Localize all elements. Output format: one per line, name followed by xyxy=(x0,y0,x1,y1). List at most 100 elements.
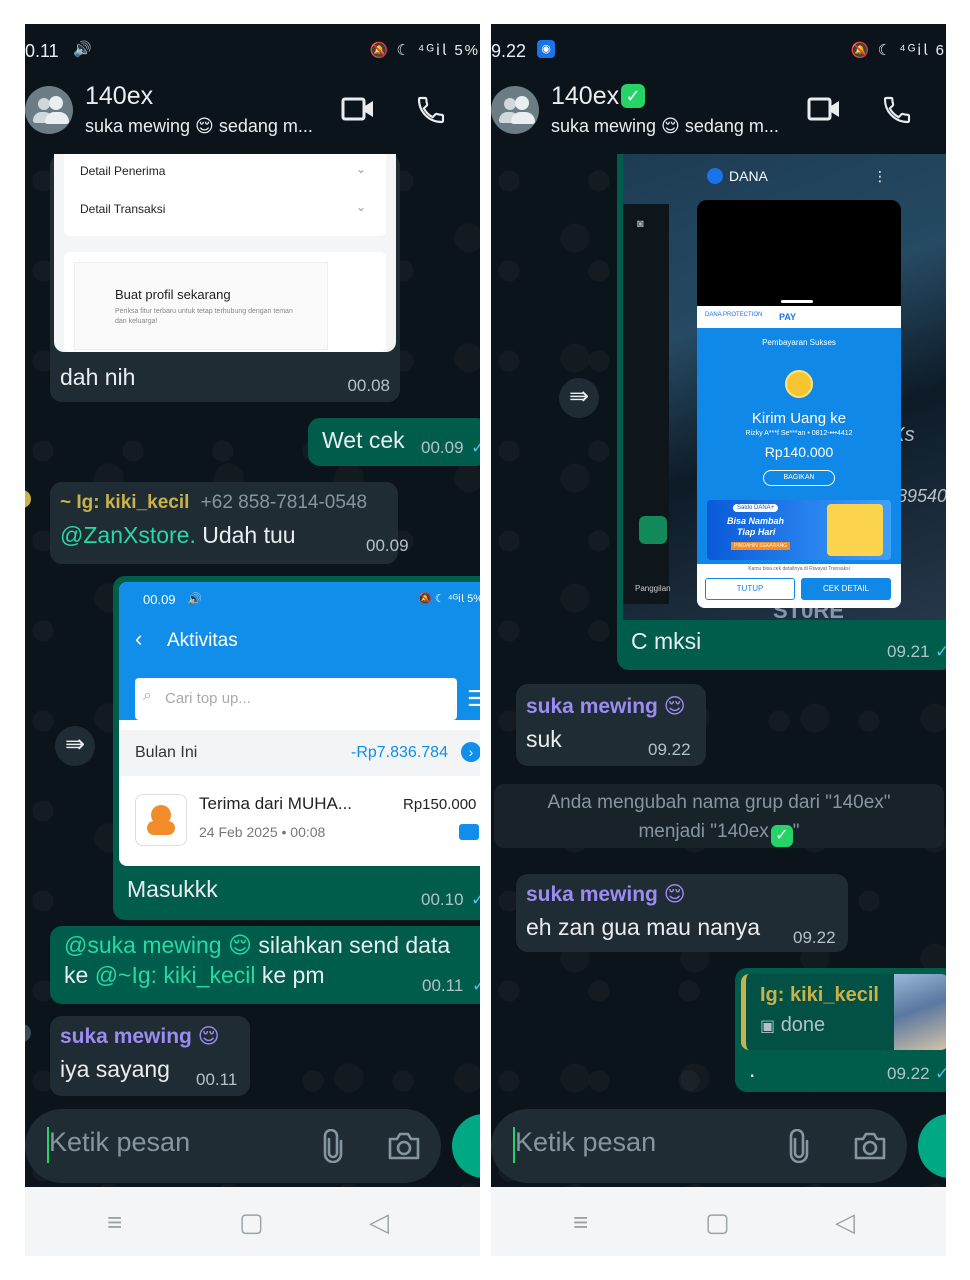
brand-left: DANA PROTECTION xyxy=(705,312,763,318)
back-icon: ‹ xyxy=(135,626,143,651)
camera-icon[interactable] xyxy=(387,1131,421,1161)
menu-nav-icon[interactable]: ≡ xyxy=(573,1207,588,1238)
verified-check-icon: ✓ xyxy=(770,825,793,847)
message-text: C mksi xyxy=(631,628,702,654)
message-input[interactable]: Ketik pesan xyxy=(491,1109,907,1183)
close-button: TUTUP xyxy=(736,584,764,593)
camera-icon[interactable] xyxy=(853,1131,887,1161)
chat-header[interactable]: 140ex ✓ suka mewing 😌 sedang m... xyxy=(491,80,946,154)
incoming-message[interactable]: suka mewing 😌 suk 09.22 xyxy=(516,684,706,766)
system-line-2-end: " xyxy=(792,821,800,842)
back-nav-icon[interactable]: ◁ xyxy=(369,1207,389,1238)
video-call-icon[interactable] xyxy=(341,96,375,122)
outgoing-message[interactable]: @suka mewing 😌 silahkan send data ke @~I… xyxy=(50,926,480,1004)
home-nav-icon[interactable]: ▢ xyxy=(239,1207,264,1238)
system-message: Anda mengubah nama grup dari "140ex" men… xyxy=(494,784,944,848)
chat-screenshot-right: 9.22 ◉ 🔕 ☾ ⁴ᴳ𝗂𝗅 6 140ex ✓ suka mewing 😌 s… xyxy=(491,24,946,1256)
image-attachment[interactable]: ◙ Panggilan anXs 89540 ST0RE DANA ⋮ DANA… xyxy=(623,154,946,620)
transfer-icon xyxy=(135,794,187,846)
group-name[interactable]: 140ex xyxy=(551,82,619,110)
sender-name[interactable]: suka mewing 😌 xyxy=(526,882,686,907)
sender-name[interactable]: suka mewing 😌 xyxy=(60,1024,220,1049)
group-name[interactable]: 140ex xyxy=(85,82,153,111)
attach-icon[interactable] xyxy=(787,1129,811,1163)
group-avatar[interactable] xyxy=(491,86,539,134)
mention-link[interactable]: @ZanXstore. xyxy=(60,522,196,548)
message-text: silahkan send data xyxy=(251,932,451,958)
group-name-container[interactable]: 140ex ✓ xyxy=(551,82,646,111)
promo-line1: Bisa Nambah xyxy=(727,516,785,526)
sender-name[interactable]: suka mewing 😌 xyxy=(526,694,686,719)
message-time: 00.11 xyxy=(196,1070,238,1089)
voice-call-icon[interactable] xyxy=(881,94,913,126)
recent-app-card xyxy=(697,200,901,306)
promo-image xyxy=(827,504,883,556)
message-list[interactable]: Detail Penerima ⌄ Detail Transaksi ⌄ Bua… xyxy=(25,154,480,1256)
system-nav-bar: ≡ ▢ ◁ xyxy=(25,1187,480,1256)
promo-line2: Tiap Hari xyxy=(737,527,776,537)
message-time: 00.08 xyxy=(347,376,390,395)
group-subtitle: suka mewing 😌 sedang m... xyxy=(551,116,779,136)
payment-success-label: Pembayaran Sukses xyxy=(762,338,836,347)
outgoing-message[interactable]: Wet cek 00.09 ✓ xyxy=(308,418,480,466)
message-text: suk xyxy=(526,726,562,752)
promo-title: Buat profil sekarang xyxy=(115,287,231,302)
system-nav-bar: ≡ ▢ ◁ xyxy=(491,1187,946,1256)
transaction-date: 24 Feb 2025 • 00:08 xyxy=(199,824,326,840)
receipt-amount: Rp140.000 xyxy=(764,444,834,460)
success-check-icon xyxy=(785,370,813,398)
promo-badge: Saldo DANA+ xyxy=(733,504,779,512)
promo-cta: PINDAHIN SEKARANG xyxy=(731,542,791,550)
share-button: BAGIKAN xyxy=(783,474,815,481)
more-options-icon: ⋮ xyxy=(873,168,887,184)
image-message[interactable]: 00.09 🔊 🔕 ☾ ⁴ᴳ𝗂𝗅 5% ‹ Aktivitas ⌕ Cari t… xyxy=(113,576,480,920)
back-nav-icon[interactable]: ◁ xyxy=(835,1207,855,1238)
quoted-thumbnail xyxy=(894,974,946,1050)
quoted-message[interactable]: Ig: kiki_kecil ▣ done xyxy=(741,974,946,1050)
status-bar: 0.11 🔊 🔕 ☾ ⁴ᴳ𝗂𝗅 5% xyxy=(25,24,480,80)
transaction-amount: Rp150.000 xyxy=(403,796,477,813)
incoming-message[interactable]: suka mewing 😌 iya sayang 00.11 xyxy=(50,1016,250,1096)
dana-receipt-card: DANA PROTECTION PAY Pembayaran Sukses Ki… xyxy=(697,306,901,608)
home-nav-icon[interactable]: ▢ xyxy=(705,1207,730,1238)
receipt-recipient: Rizky A***f Se***an • 0812-•••4412 xyxy=(745,430,853,437)
photo-icon: ▣ xyxy=(760,1018,776,1035)
image-attachment[interactable]: 00.09 🔊 🔕 ☾ ⁴ᴳ𝗂𝗅 5% ‹ Aktivitas ⌕ Cari t… xyxy=(119,582,480,866)
chevron-down-icon: ⌄ xyxy=(355,162,366,176)
image-attachment[interactable]: Detail Penerima ⌄ Detail Transaksi ⌄ Bua… xyxy=(54,154,396,352)
menu-nav-icon[interactable]: ≡ xyxy=(107,1207,122,1238)
message-time: 00.10 xyxy=(421,890,464,909)
message-time: 00.11 xyxy=(422,976,464,995)
message-input[interactable]: Ketik pesan xyxy=(25,1109,441,1183)
search-field: ⌕ Cari top up... xyxy=(135,678,457,720)
incoming-message[interactable]: ~ Ig: kiki_kecil +62 858-7814-0548 @ZanX… xyxy=(50,482,409,564)
quoted-sender: Ig: kiki_kecil xyxy=(760,984,879,1006)
chat-header[interactable]: 140ex suka mewing 😌 sedang m... xyxy=(25,80,480,154)
incoming-message[interactable]: suka mewing 😌 eh zan gua mau nanya 09.22 xyxy=(516,874,848,952)
forward-icon[interactable]: ⇛ xyxy=(55,726,95,766)
dimmed-side-app: ◙ Panggilan xyxy=(623,204,671,604)
outgoing-reply-message[interactable]: Ig: kiki_kecil ▣ done . 09.22 ✓ xyxy=(735,968,946,1092)
group-avatar[interactable] xyxy=(25,86,73,134)
mention-link[interactable]: @~Ig: kiki_kecil xyxy=(95,962,256,988)
forward-icon[interactable]: ⇛ xyxy=(559,378,599,418)
message-list[interactable]: ⇛ ◙ Panggilan anXs 89540 ST0RE DANA ⋮ DA… xyxy=(491,154,946,1256)
system-line-2: menjadi "140ex xyxy=(638,821,769,842)
status-bar: 9.22 ◉ 🔕 ☾ ⁴ᴳ𝗂𝗅 6 xyxy=(491,24,946,80)
message-time: 09.22 xyxy=(648,740,691,759)
attach-icon[interactable] xyxy=(321,1129,345,1163)
sender-avatar[interactable] xyxy=(25,490,31,508)
voice-call-icon[interactable] xyxy=(415,94,447,126)
sender-name[interactable]: ~ Ig: kiki_kecil xyxy=(60,492,189,513)
sender-phone: +62 858-7814-0548 xyxy=(200,492,368,513)
receipt-title: Kirim Uang ke xyxy=(751,410,847,427)
video-call-icon[interactable] xyxy=(807,96,841,122)
image-message[interactable]: Detail Penerima ⌄ Detail Transaksi ⌄ Bua… xyxy=(50,154,400,402)
chevron-right-icon: › xyxy=(461,742,480,762)
verified-check-icon: ✓ xyxy=(621,84,646,108)
sender-avatar[interactable] xyxy=(25,1024,31,1042)
mention-link[interactable]: @suka mewing 😌 xyxy=(64,932,252,958)
image-message[interactable]: ◙ Panggilan anXs 89540 ST0RE DANA ⋮ DANA… xyxy=(617,154,946,670)
sound-icon: 🔊 xyxy=(187,592,202,606)
search-icon: ⌕ xyxy=(143,687,152,704)
